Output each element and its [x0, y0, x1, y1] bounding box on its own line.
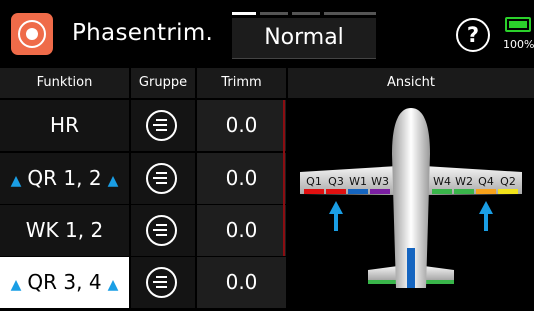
- table-row: ▲ QR 1, 2 ▲ 0.0: [0, 153, 286, 204]
- up-arrow-icon: ▲: [10, 277, 22, 293]
- control-surface-color: [326, 189, 346, 194]
- control-surface-color: [370, 189, 390, 194]
- control-surface-color: [432, 189, 452, 194]
- list-icon: [146, 215, 177, 246]
- table-row: ▲ QR 3, 4 ▲ 0.0: [0, 257, 286, 308]
- up-arrow-icon: [329, 201, 343, 231]
- column-header-trimm: Trimm: [197, 68, 286, 98]
- trim-value[interactable]: 0.0: [197, 257, 286, 308]
- control-surface-color: [304, 189, 324, 194]
- phase-trim-app-icon[interactable]: [11, 13, 53, 55]
- control-surface-color: [454, 189, 474, 194]
- column-header-gruppe: Gruppe: [131, 68, 195, 98]
- flight-phase-button[interactable]: Normal: [232, 18, 376, 59]
- group-button[interactable]: [131, 205, 195, 256]
- trim-value[interactable]: 0.0: [197, 100, 286, 151]
- flight-phase-indicator: [232, 12, 376, 16]
- function-cell[interactable]: WK 1, 2: [0, 205, 129, 256]
- column-header-ansicht: Ansicht: [288, 68, 534, 98]
- battery-icon: [505, 17, 531, 32]
- function-label: HR: [50, 113, 79, 137]
- function-label: WK 1, 2: [25, 218, 104, 242]
- battery-percent: 100%: [503, 38, 534, 51]
- function-cell[interactable]: ▲ QR 1, 2 ▲: [0, 153, 129, 204]
- flight-phase-label: Normal: [264, 25, 344, 50]
- control-surface-label: Q2: [500, 175, 516, 188]
- control-surface-color: [348, 189, 368, 194]
- up-arrow-icon: ▲: [107, 277, 119, 293]
- aircraft-view: Q1 Q3 W1 W3 W4 W2 Q4 Q2: [288, 98, 534, 306]
- function-cell[interactable]: HR: [0, 100, 129, 151]
- trim-value[interactable]: 0.0: [197, 153, 286, 204]
- header-bar: Phasentrim. Normal ? 100%: [0, 0, 534, 68]
- function-label: QR 1, 2: [27, 166, 102, 190]
- trim-value[interactable]: 0.0: [197, 205, 286, 256]
- group-button[interactable]: [131, 100, 195, 151]
- list-icon: [146, 110, 177, 141]
- table-row: WK 1, 2 0.0: [0, 205, 286, 256]
- control-surface-label: W4: [433, 175, 451, 188]
- up-arrow-icon: ▲: [10, 173, 22, 189]
- control-surface-color: [476, 189, 496, 194]
- list-icon: [146, 267, 177, 298]
- control-surface-label: Q1: [306, 175, 322, 188]
- group-button[interactable]: [131, 257, 195, 308]
- rudder-color-bar: [407, 248, 415, 288]
- control-surface-label: W2: [455, 175, 473, 188]
- control-surface-color: [498, 189, 518, 194]
- help-button[interactable]: ?: [456, 18, 490, 52]
- column-header-funktion: Funktion: [0, 68, 129, 98]
- control-surface-label: Q3: [328, 175, 344, 188]
- group-button[interactable]: [131, 153, 195, 204]
- up-arrow-icon: ▲: [107, 173, 119, 189]
- table-row: HR 0.0: [0, 100, 286, 151]
- control-surface-label: Q4: [478, 175, 494, 188]
- function-cell[interactable]: ▲ QR 3, 4 ▲: [0, 257, 129, 308]
- list-icon: [146, 163, 177, 194]
- function-label: QR 3, 4: [27, 270, 102, 294]
- page-title: Phasentrim.: [72, 20, 214, 46]
- trim-scroll-indicator: [283, 100, 285, 256]
- aircraft-diagram: Q1 Q3 W1 W3 W4 W2 Q4 Q2: [300, 108, 522, 288]
- control-surface-label: W3: [371, 175, 389, 188]
- up-arrow-icon: [479, 201, 493, 231]
- control-surface-label: W1: [349, 175, 367, 188]
